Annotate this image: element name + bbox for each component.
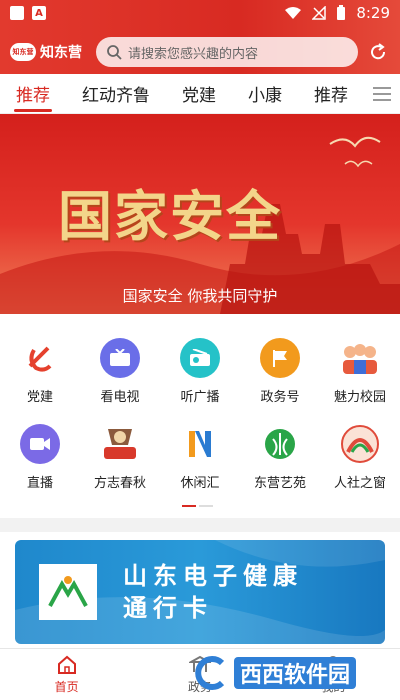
shortcut-grid: 党建 看电视 听广播 政务号 魅力校园 直播 方志春秋 休闲汇 东营艺苑 人社之… — [0, 330, 400, 520]
grid-item-government[interactable]: 政务号 — [240, 330, 320, 416]
app-header-row: 知东营 知东营 请搜索您感兴趣的内容 — [0, 32, 400, 72]
search-icon — [107, 45, 122, 60]
grid-item-live[interactable]: 直播 — [0, 416, 80, 502]
grid-label: 休闲汇 — [180, 476, 220, 491]
grid-item-chronicle[interactable]: 方志春秋 — [80, 416, 160, 502]
status-time: 8:29 — [356, 4, 390, 22]
social-window-icon — [340, 424, 380, 464]
grid-item-leisure[interactable]: 休闲汇 — [160, 416, 240, 502]
grid-label: 听广播 — [180, 390, 220, 405]
live-video-icon — [20, 424, 60, 464]
grid-item-campus[interactable]: 魅力校园 — [320, 330, 400, 416]
tab-menu-button[interactable] — [370, 82, 394, 106]
tab-hongdong-qilu[interactable]: 红动齐鲁 — [66, 74, 166, 114]
flag-icon — [260, 338, 300, 378]
menu-icon — [373, 87, 391, 101]
tab-xiaokang[interactable]: 小康 — [232, 74, 298, 114]
party-emblem-icon — [20, 338, 60, 378]
battery-icon — [337, 5, 346, 20]
app-logo[interactable]: 知东营 知东营 — [10, 42, 90, 62]
watermark-logo-icon — [195, 656, 225, 690]
status-bar: A 8:29 — [0, 0, 400, 26]
grid-label: 人社之窗 — [333, 476, 386, 491]
section-divider — [0, 518, 400, 532]
notification-icon — [10, 6, 24, 20]
tab-recommend[interactable]: 推荐 — [0, 74, 66, 114]
grid-label: 政务号 — [260, 390, 300, 405]
watermark: 西西软件园 — [190, 652, 380, 694]
card-title-line2: 通行卡 — [123, 594, 213, 622]
grid-label: 东营艺苑 — [253, 476, 306, 491]
grid-item-radio[interactable]: 听广播 — [160, 330, 240, 416]
grid-item-art[interactable]: 东营艺苑 — [240, 416, 320, 502]
search-input[interactable]: 请搜索您感兴趣的内容 — [96, 37, 358, 67]
banner-title: 国家安全 — [58, 184, 282, 248]
pager-dot-active — [182, 505, 196, 507]
tv-icon — [100, 338, 140, 378]
banner-carousel[interactable]: 国家安全 国家安全 你我共同守护 — [0, 114, 400, 314]
signal-icon — [312, 6, 327, 20]
students-icon — [340, 338, 380, 378]
radio-icon — [180, 338, 220, 378]
category-tabs: 推荐 红动齐鲁 党建 小康 推荐 — [0, 74, 400, 114]
health-pass-card[interactable]: 山东电子健康 通行卡 — [15, 540, 385, 644]
wifi-icon — [285, 7, 302, 19]
refresh-button[interactable] — [366, 40, 390, 64]
grid-label: 看电视 — [100, 390, 140, 405]
grid-label: 直播 — [26, 476, 53, 491]
logo-text: 知东营 — [40, 45, 82, 61]
card-title: 山东电子健康 通行卡 — [123, 560, 303, 624]
tab-party-building[interactable]: 党建 — [166, 74, 232, 114]
grid-item-tv[interactable]: 看电视 — [80, 330, 160, 416]
grid-label: 方志春秋 — [93, 476, 146, 491]
watermark-text: 西西软件园 — [234, 657, 357, 689]
banner-caption: 国家安全 你我共同守护 — [122, 287, 278, 305]
refresh-icon — [371, 43, 386, 60]
top-header: A 8:29 知东营 知东营 请搜索您感兴趣的内容 — [0, 0, 400, 74]
pager-dot — [199, 505, 213, 507]
card-title-line1: 山东电子健康 — [123, 562, 303, 590]
nav-home[interactable]: 首页 — [0, 649, 133, 700]
grid-item-party[interactable]: 党建 — [0, 330, 80, 416]
grid-item-social-window[interactable]: 人社之窗 — [320, 416, 400, 502]
grid-label: 魅力校园 — [333, 390, 386, 405]
tab-recommend-2[interactable]: 推荐 — [298, 74, 364, 114]
logo-badge: 知东营 — [10, 43, 36, 61]
art-icon — [260, 424, 300, 464]
home-icon — [57, 655, 76, 674]
leisure-icon — [180, 424, 220, 464]
search-placeholder: 请搜索您感兴趣的内容 — [128, 46, 259, 62]
grid-pager — [182, 505, 213, 507]
a-notification-icon: A — [32, 6, 46, 20]
chronicle-icon — [100, 424, 140, 464]
nav-label: 首页 — [54, 680, 79, 694]
grid-label: 党建 — [26, 390, 53, 405]
health-code-logo — [39, 564, 97, 620]
